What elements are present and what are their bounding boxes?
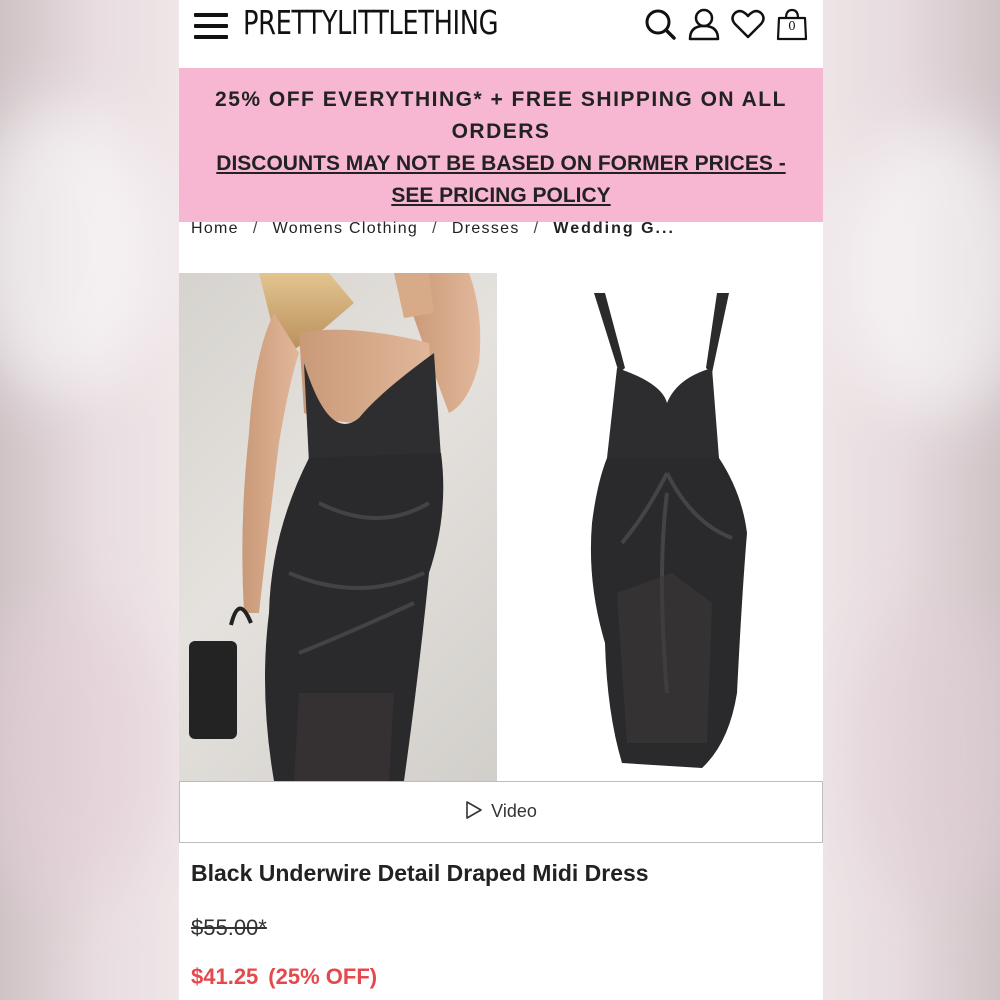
product-image-model[interactable]	[179, 273, 497, 781]
video-label: Video	[491, 801, 537, 821]
breadcrumb-separator: /	[432, 220, 438, 237]
sale-price: $41.25 (25% OFF)	[191, 964, 377, 990]
account-icon[interactable]	[687, 7, 721, 41]
breadcrumb: Home / Womens Clothing / Dresses / Wedding G..…	[191, 220, 811, 244]
product-title: Black Underwire Detail Draped Midi Dress	[191, 860, 649, 886]
old-price: $55.00*	[191, 915, 267, 940]
breadcrumb-separator: /	[252, 220, 259, 237]
breadcrumb-separator: /	[533, 220, 540, 237]
breadcrumb-home[interactable]: Home	[191, 220, 239, 238]
promo-banner: 25% OFF EVERYTHING* + FREE SHIPPING ON A…	[179, 68, 823, 222]
sale-price-value: $41.25	[191, 964, 259, 989]
menu-icon[interactable]	[194, 11, 230, 41]
pricing-policy-link[interactable]: DISCOUNTS MAY NOT BE BASED ON FORMER PRI…	[199, 148, 803, 212]
promo-headline: 25% OFF EVERYTHING* + FREE SHIPPING ON A…	[215, 88, 787, 143]
bag-count: 0	[788, 19, 796, 33]
breadcrumb-current: Wedding G...	[553, 220, 675, 237]
play-icon	[466, 801, 482, 819]
site-header: PRETTYLITTLETHING 0	[179, 0, 823, 68]
backdrop-blur	[850, 600, 1000, 900]
backdrop-blur	[0, 600, 170, 900]
video-button[interactable]: Video	[179, 781, 823, 843]
discount-label: (25% OFF)	[268, 964, 378, 989]
backdrop-blur	[0, 100, 160, 400]
search-icon[interactable]	[643, 7, 677, 41]
site-logo[interactable]: PRETTYLITTLETHING	[243, 3, 499, 42]
product-image-flat[interactable]	[497, 273, 823, 781]
bag-icon[interactable]: 0	[775, 7, 809, 41]
breadcrumb-dresses[interactable]: Dresses	[452, 220, 520, 238]
product-page: PRETTYLITTLETHING 0 25% OFF EVERYTHING* …	[179, 0, 823, 1000]
breadcrumb-womens-clothing[interactable]: Womens Clothing	[273, 220, 418, 238]
backdrop-blur	[840, 120, 1000, 420]
wishlist-icon[interactable]	[731, 7, 765, 41]
